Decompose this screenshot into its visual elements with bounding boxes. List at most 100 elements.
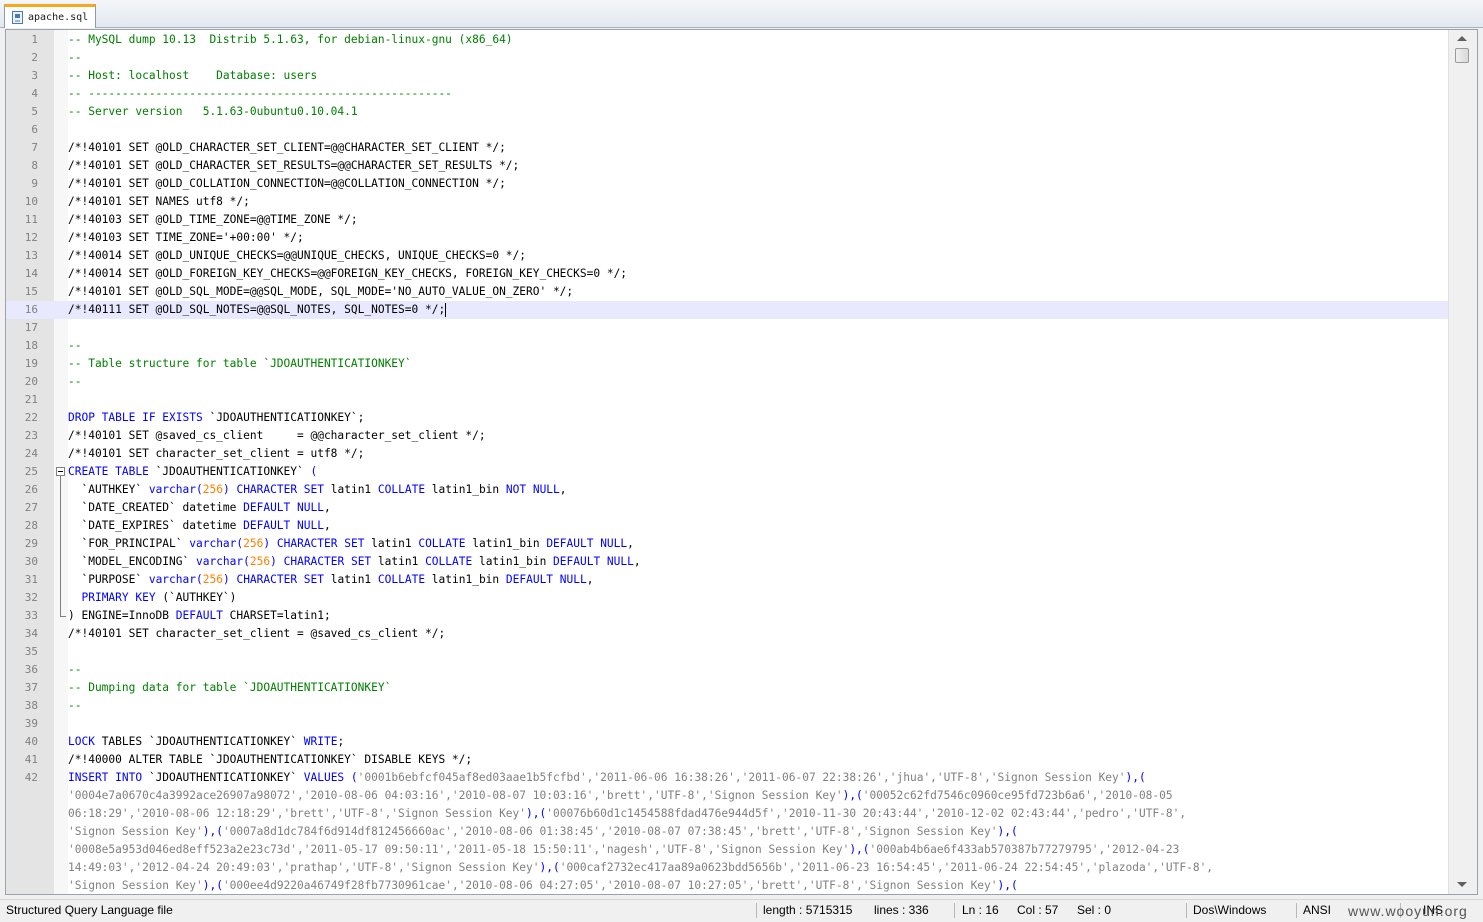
code-text: /*!40101 SET @saved_cs_client = @@charac… — [68, 429, 486, 442]
code-line[interactable]: 24 /*!40101 SET character_set_client = ut… — [6, 445, 1448, 463]
code-text: -- Server version 5.1.63-0ubuntu0.10.04.… — [68, 105, 358, 118]
file-tab[interactable]: apache.sql — [4, 4, 96, 28]
code-text: INSERT INTO `JDOAUTHENTICATIONKEY` VALUE… — [68, 771, 1146, 784]
line-number: 23 — [24, 429, 38, 442]
code-line[interactable]: 31 `PURPOSE` varchar(256) CHARACTER SET … — [6, 571, 1448, 589]
code-line[interactable]: 2 -- — [6, 49, 1448, 67]
line-number: 12 — [24, 231, 38, 244]
line-number: 25 — [24, 465, 38, 478]
code-text: -- — [68, 375, 82, 388]
code-line[interactable]: 28 `DATE_EXPIRES` datetime DEFAULT NULL, — [6, 517, 1448, 535]
code-line[interactable]: 4 -- ------------------------------------… — [6, 85, 1448, 103]
code-line[interactable]: 5 -- Server version 5.1.63-0ubuntu0.10.04… — [6, 103, 1448, 121]
code-line[interactable]: 1 -- MySQL dump 10.13 Distrib 5.1.63, for… — [6, 31, 1448, 49]
code-line[interactable]: 15 /*!40101 SET @OLD_SQL_MODE=@@SQL_MODE,… — [6, 283, 1448, 301]
code-line[interactable]: 23 /*!40101 SET @saved_cs_client = @@char… — [6, 427, 1448, 445]
code-line[interactable]: 18 -- — [6, 337, 1448, 355]
code-line[interactable]: 21 — [6, 391, 1448, 409]
code-line[interactable]: 29 `FOR_PRINCIPAL` varchar(256) CHARACTE… — [6, 535, 1448, 553]
code-line[interactable]: 26 `AUTHKEY` varchar(256) CHARACTER SET … — [6, 481, 1448, 499]
code-line[interactable]: 14:49:03','2012-04-24 20:49:03','prathap… — [6, 859, 1448, 877]
status-sel: Sel : 0 — [1077, 903, 1112, 917]
code-line[interactable]: '0004e7a0670c4a3992ace26907a98072','2010… — [6, 787, 1448, 805]
code-line[interactable]: 36 -- — [6, 661, 1448, 679]
status-bar: Structured Query Language file length : … — [0, 899, 1483, 921]
code-line[interactable]: 12 /*!40103 SET TIME_ZONE='+00:00' */; — [6, 229, 1448, 247]
fold-guide-line — [60, 476, 61, 616]
code-line[interactable]: 30 `MODEL_ENCODING` varchar(256) CHARACT… — [6, 553, 1448, 571]
code-line[interactable]: 8 /*!40101 SET @OLD_CHARACTER_SET_RESULTS… — [6, 157, 1448, 175]
code-line[interactable]: 9 /*!40101 SET @OLD_COLLATION_CONNECTION=… — [6, 175, 1448, 193]
line-number: 18 — [24, 339, 38, 352]
fold-end-mark — [60, 616, 66, 617]
code-line[interactable]: 35 — [6, 643, 1448, 661]
status-length: length : 5715315 — [763, 903, 853, 917]
code-line[interactable]: 34 /*!40101 SET character_set_client = @s… — [6, 625, 1448, 643]
status-separator — [1296, 903, 1297, 918]
code-text: -- — [68, 339, 82, 352]
line-number: 1 — [31, 33, 38, 46]
code-line[interactable]: 'Signon Session Key'),('0007a8d1dc784f6d… — [6, 823, 1448, 841]
code-text: PRIMARY KEY (`AUTHKEY`) — [81, 591, 237, 604]
code-line[interactable]: 3 -- Host: localhost Database: users — [6, 67, 1448, 85]
code-text: /*!40101 SET @OLD_CHARACTER_SET_CLIENT=@… — [68, 141, 506, 154]
code-line[interactable]: 'Signon Session Key'),('000ee4d9220a4674… — [6, 877, 1448, 894]
code-line[interactable]: 41 /*!40000 ALTER TABLE `JDOAUTHENTICATIO… — [6, 751, 1448, 769]
code-line[interactable]: 10 /*!40101 SET NAMES utf8 */; — [6, 193, 1448, 211]
code-text: -- MySQL dump 10.13 Distrib 5.1.63, for … — [68, 33, 513, 46]
code-line[interactable]: 17 — [6, 319, 1448, 337]
scroll-thumb[interactable] — [1455, 48, 1469, 63]
code-text: -- Table structure for table `JDOAUTHENT… — [68, 357, 412, 370]
scroll-down-icon[interactable] — [1457, 882, 1467, 887]
code-line[interactable]: 42 INSERT INTO `JDOAUTHENTICATIONKEY` VAL… — [6, 769, 1448, 787]
line-number: 2 — [31, 51, 38, 64]
code-line[interactable]: 27 `DATE_CREATED` datetime DEFAULT NULL, — [6, 499, 1448, 517]
vertical-scrollbar[interactable] — [1448, 30, 1477, 894]
code-text: `DATE_EXPIRES` datetime DEFAULT NULL, — [68, 519, 331, 532]
status-encoding: ANSI — [1303, 903, 1332, 917]
code-line[interactable]: 7 /*!40101 SET @OLD_CHARACTER_SET_CLIENT=… — [6, 139, 1448, 157]
line-number: 41 — [24, 753, 38, 766]
code-text: `AUTHKEY` varchar(256) CHARACTER SET lat… — [68, 483, 567, 496]
code-line[interactable]: 38 -- — [6, 697, 1448, 715]
line-number: 7 — [31, 141, 38, 154]
code-line[interactable]: 20 -- — [6, 373, 1448, 391]
code-line[interactable]: 40 LOCK TABLES `JDOAUTHENTICATIONKEY` WRI… — [6, 733, 1448, 751]
code-line[interactable]: 19 -- Table structure for table `JDOAUTHE… — [6, 355, 1448, 373]
code-text: ) ENGINE=InnoDB DEFAULT CHARSET=latin1; — [68, 609, 331, 622]
code-text: -- -------------------------------------… — [68, 87, 452, 100]
code-editor[interactable]: 1 -- MySQL dump 10.13 Distrib 5.1.63, for… — [5, 29, 1478, 895]
code-line[interactable]: 16 /*!40111 SET @OLD_SQL_NOTES=@@SQL_NOTE… — [6, 301, 1448, 319]
line-number: 40 — [24, 735, 38, 748]
status-file-type: Structured Query Language file — [6, 903, 173, 917]
code-text: /*!40101 SET @OLD_SQL_MODE=@@SQL_MODE, S… — [68, 285, 574, 298]
status-separator — [1186, 903, 1187, 918]
code-text: DROP TABLE IF EXISTS `JDOAUTHENTICATIONK… — [68, 411, 365, 424]
code-line[interactable]: 33) ENGINE=InnoDB DEFAULT CHARSET=latin1… — [6, 607, 1448, 625]
code-line[interactable]: 39 — [6, 715, 1448, 733]
tab-bar: apache.sql — [0, 0, 1483, 28]
code-line[interactable]: 25 CREATE TABLE `JDOAUTHENTICATIONKEY` ( — [6, 463, 1448, 481]
code-line[interactable]: 06:18:29','2010-08-06 12:18:29','brett',… — [6, 805, 1448, 823]
code-line[interactable]: 11 /*!40103 SET @OLD_TIME_ZONE=@@TIME_ZON… — [6, 211, 1448, 229]
code-line[interactable]: 22 DROP TABLE IF EXISTS `JDOAUTHENTICATIO… — [6, 409, 1448, 427]
code-line[interactable]: 6 — [6, 121, 1448, 139]
line-number: 42 — [24, 771, 38, 784]
code-line[interactable]: 13 /*!40014 SET @OLD_UNIQUE_CHECKS=@@UNIQ… — [6, 247, 1448, 265]
code-text: -- Host: localhost Database: users — [68, 69, 318, 82]
code-line[interactable]: 32 PRIMARY KEY (`AUTHKEY`) — [6, 589, 1448, 607]
code-area[interactable]: 1 -- MySQL dump 10.13 Distrib 5.1.63, for… — [6, 30, 1448, 894]
code-text: '0004e7a0670c4a3992ace26907a98072','2010… — [68, 789, 1173, 802]
code-line[interactable]: 14 /*!40014 SET @OLD_FOREIGN_KEY_CHECKS=@… — [6, 265, 1448, 283]
line-number: 21 — [24, 393, 38, 406]
line-number: 13 — [24, 249, 38, 262]
line-number: 29 — [24, 537, 38, 550]
code-text: '0008e5a953d046ed8eff523a2e23c73d','2011… — [68, 843, 1180, 856]
watermark-text: www.wooyun.org — [1348, 903, 1468, 919]
code-line[interactable]: '0008e5a953d046ed8eff523a2e23c73d','2011… — [6, 841, 1448, 859]
scroll-up-icon[interactable] — [1457, 36, 1467, 41]
status-separator — [756, 903, 757, 918]
code-line[interactable]: 37 -- Dumping data for table `JDOAUTHENTI… — [6, 679, 1448, 697]
line-number: 34 — [24, 627, 38, 640]
fold-toggle-icon[interactable] — [56, 467, 65, 476]
